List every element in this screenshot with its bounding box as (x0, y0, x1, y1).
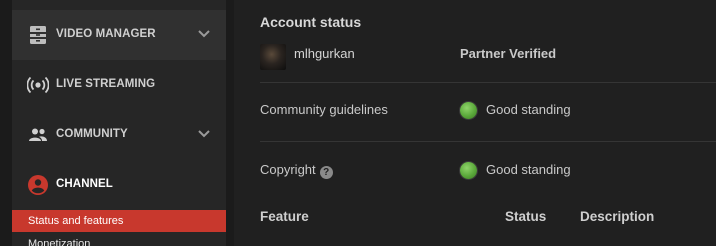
sidebar-item-community[interactable]: COMMUNITY (12, 110, 226, 160)
copyright-label: Copyright? (260, 162, 333, 179)
chevron-down-icon[interactable] (198, 129, 210, 139)
main-content: Account status mlhgurkan Partner Verifie… (234, 0, 716, 246)
good-standing-status-icon (460, 102, 477, 119)
channel-icon (27, 174, 49, 196)
row-divider (260, 82, 716, 83)
table-header-feature: Feature (260, 209, 309, 224)
sidebar-subitem-status-and-features[interactable]: Status and features (12, 210, 226, 232)
sidebar-divider (226, 0, 234, 246)
sidebar-item-label: COMMUNITY (56, 128, 128, 140)
sidebar-item-live-streaming[interactable]: LIVE STREAMING (12, 60, 226, 110)
good-standing-status-icon (460, 162, 477, 179)
sidebar-item-channel[interactable]: CHANNEL (12, 160, 226, 210)
sidebar-subitem-monetization[interactable]: Monetization (12, 233, 226, 246)
sidebar-subitem-label: Status and features (28, 215, 124, 227)
community-guidelines-label: Community guidelines (260, 102, 388, 117)
sidebar-subitem-label: Monetization (28, 238, 91, 246)
row-divider (260, 141, 716, 142)
table-header-description: Description (580, 209, 655, 224)
channel-username[interactable]: mlhgurkan (294, 46, 355, 61)
table-header-status: Status (505, 209, 547, 224)
community-guidelines-status: Good standing (486, 102, 571, 117)
sidebar-item-label: LIVE STREAMING (56, 78, 156, 90)
chevron-down-icon[interactable] (198, 29, 210, 39)
partner-status: Partner Verified (460, 46, 557, 61)
sidebar-item-label: VIDEO MANAGER (56, 28, 156, 40)
video-manager-icon (27, 24, 49, 46)
community-icon (27, 124, 49, 146)
left-gutter (0, 0, 12, 246)
sidebar-item-label: CHANNEL (56, 178, 113, 190)
page-title: Account status (260, 14, 362, 30)
sidebar-item-video-manager[interactable]: VIDEO MANAGER (12, 10, 226, 60)
sidebar: VIDEO MANAGER LIVE STREAMING COMMUNITY C… (12, 0, 226, 246)
copyright-label-text: Copyright (260, 162, 316, 177)
avatar[interactable] (260, 44, 286, 70)
copyright-status: Good standing (486, 162, 571, 177)
help-icon[interactable]: ? (319, 166, 333, 179)
live-streaming-icon (26, 74, 50, 96)
